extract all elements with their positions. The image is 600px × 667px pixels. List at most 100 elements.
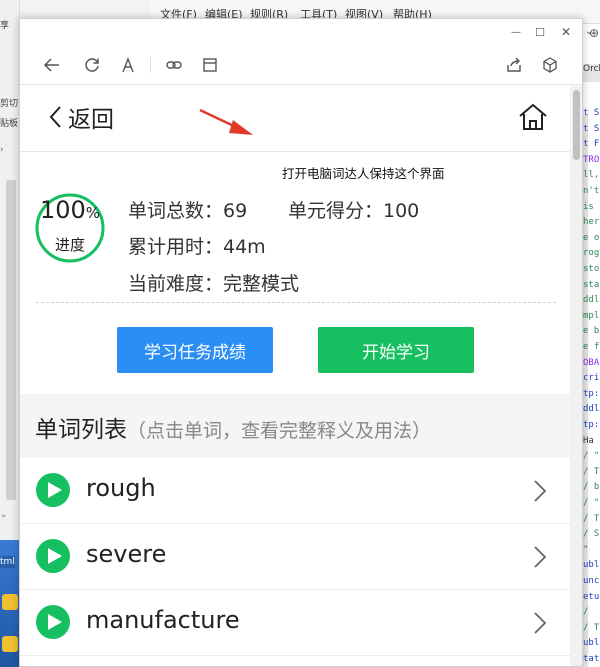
progress-number: 100 [39,196,86,224]
bg-code-line: etu [583,591,600,602]
progress-value: 100% [34,196,106,224]
bg-code-line: / T [583,466,600,477]
maximize-button[interactable]: ☐ [528,23,552,41]
start-learning-button[interactable]: 开始学习 [318,327,474,373]
bg-code-line: / T [583,513,600,524]
bg-code-line: OBA [583,357,600,368]
bg-code-line: e f [583,342,600,352]
back-button[interactable]: 返回 [48,102,114,133]
play-icon[interactable] [35,538,71,574]
close-button[interactable]: ✕ [554,23,578,41]
bg-code-line: ddl [583,404,600,415]
background-code-editor: ⌄ ⊕ Orche t St St FTROll,n'tishere orogs… [583,24,600,667]
background-scrollbar [6,180,16,500]
bg-code-line: n't [583,186,600,196]
bg-label: 享 [0,21,10,31]
nav-back-button[interactable] [40,53,64,77]
cube-icon [543,57,557,73]
refresh-button[interactable] [80,53,104,77]
word-text: rough [86,474,156,502]
bg-code-line: tp: [583,420,600,430]
scrollbar-thumb[interactable] [573,90,580,160]
link-button[interactable] [162,53,186,77]
word-app-window: — ☐ ✕ 返回 打开电脑词达人保持这个界面 100% 进度 单词总数：69 单… [19,18,583,667]
bg-code-line: t S [583,108,600,118]
home-icon [519,103,547,130]
bg-code-line: ll, [583,170,600,181]
word-row[interactable]: manufacture [20,590,570,656]
minimize-button[interactable]: — [504,23,528,41]
bg-code-line: sta [583,279,600,290]
bg-code-line: t F [583,139,600,150]
play-icon[interactable] [35,604,71,640]
stat-difficulty: 当前难度：完整模式 [128,273,300,295]
word-row[interactable]: severe [20,524,570,590]
arrow-left-icon [43,58,59,72]
home-button[interactable] [517,102,549,132]
bg-code-line: / T [583,622,600,633]
annotation-arrow [199,108,253,135]
bg-code-line: / [583,607,589,618]
bg-code-line: ubl [583,638,600,649]
browser-toolbar [20,45,582,85]
bg-code-line: her [583,217,600,228]
bg-code-line: / " [583,451,600,462]
progress-percent-sign: % [85,204,101,222]
font-icon [122,57,134,73]
bg-code-line: sto [583,264,600,274]
scrollbar[interactable] [570,86,582,666]
bg-code-line: e o [583,232,600,243]
word-text: manufacture [86,606,240,634]
bg-code-line: unc [583,576,600,586]
title-bar: — ☐ ✕ [20,19,582,45]
close-icon: ✕ [560,25,572,39]
annotation-note: 打开电脑词达人保持这个界面 [282,166,445,181]
bg-code-line: Ha [583,435,594,446]
bg-code-line: / " [583,498,600,508]
taskbar-app-icon [2,636,18,652]
chevron-right-icon: › [0,145,4,155]
word-list-hint: （点击单词，查看完整释义及用法） [127,420,432,442]
refresh-icon [85,58,99,72]
bg-code-line: " [583,544,589,555]
background-taskbar: tml [0,540,20,667]
font-button[interactable] [116,53,140,77]
chevron-right-icon [534,480,547,502]
bg-code-line: e b [583,326,600,337]
link-icon [166,61,182,69]
bg-code-line: ddl [583,295,600,306]
word-row[interactable]: rough [20,458,570,524]
bg-code-line: ubl [583,560,600,571]
chevron-down-icon: ⌄ [0,510,8,520]
chevron-right-icon [534,612,547,634]
window-button[interactable] [198,53,222,77]
bg-label: 剪切 [0,99,19,109]
divider [36,302,556,303]
bg-editor-tab: Orche [583,64,600,82]
share-button[interactable] [502,53,526,77]
back-label: 返回 [68,107,114,133]
maximize-icon: ☐ [535,25,545,39]
chevron-left-icon [49,106,61,128]
bg-code-line: rog [583,248,600,259]
toolbar-divider [150,57,151,73]
taskbar-app-icon [2,594,18,610]
window-icon [203,58,217,72]
stat-time-used: 累计用时：44m [128,236,266,258]
bg-code-line: t S [583,123,600,134]
play-icon[interactable] [35,472,71,508]
task-results-button[interactable]: 学习任务成绩 [117,327,273,373]
bg-code-line: TRO [583,154,600,165]
page-header: 返回 [20,86,570,152]
extension-button[interactable] [538,53,562,77]
bg-code-line: cri [583,373,600,384]
minimize-icon: — [511,26,521,38]
target-icon: ⊕ [589,26,600,40]
bg-code-line: is [583,201,594,212]
stat-total-words: 单词总数：69 [128,200,248,222]
bg-code-line: mpl [583,310,600,321]
word-list-heading: 单词列表 [35,417,127,443]
progress-label: 进度 [54,236,85,254]
word-list-title: 单词列表（点击单词，查看完整释义及用法） [35,410,431,444]
stat-unit-score: 单元得分：100 [288,200,420,222]
